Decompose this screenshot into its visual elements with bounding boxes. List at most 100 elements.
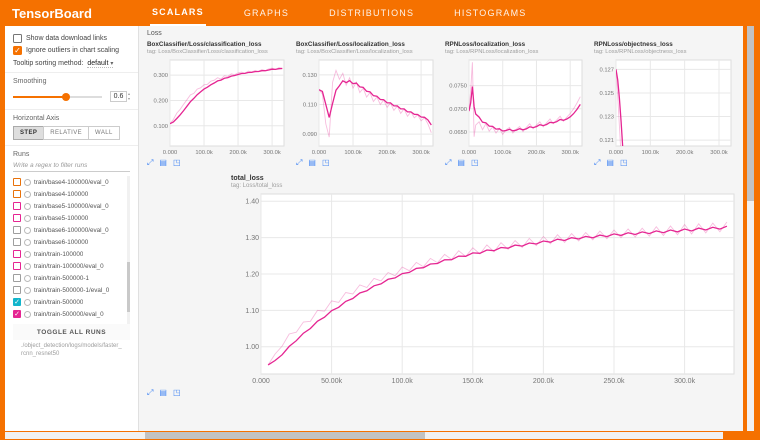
- chart-plot[interactable]: 0.06500.07000.07500.000100.0k200.0k300.0…: [445, 57, 587, 157]
- run-row[interactable]: train/base4-100000/eval_0: [13, 176, 130, 188]
- run-isolator-icon[interactable]: [24, 311, 31, 318]
- expand-chart-icon[interactable]: ⤢: [147, 159, 153, 167]
- chart-plot[interactable]: 0.1000.2000.3000.000100.0k200.0k300.0k: [147, 57, 289, 157]
- fit-domain-icon[interactable]: ▤: [159, 389, 167, 397]
- tab-scalars[interactable]: SCALARS: [150, 0, 206, 26]
- logdir-path: ./object_detection/logs/models/faster_rc…: [13, 340, 130, 359]
- slider-knob[interactable]: [62, 93, 70, 101]
- run-checkbox[interactable]: [13, 286, 21, 294]
- fit-domain-icon[interactable]: ▤: [457, 159, 465, 167]
- run-isolator-icon[interactable]: [24, 215, 31, 222]
- tab-distributions[interactable]: DISTRIBUTIONS: [327, 0, 416, 26]
- run-checkbox[interactable]: ✓: [13, 310, 21, 318]
- pin-card-icon[interactable]: ◳: [471, 159, 479, 167]
- fit-domain-icon[interactable]: ▤: [308, 159, 316, 167]
- smoothing-spinner[interactable]: ▴ ▾: [128, 92, 130, 101]
- ignore-outliers-checkbox[interactable]: ✓: [13, 46, 22, 55]
- run-isolator-icon[interactable]: [24, 275, 31, 282]
- svg-text:0.000: 0.000: [252, 378, 270, 385]
- svg-text:300.0k: 300.0k: [674, 378, 696, 385]
- run-checkbox[interactable]: [13, 250, 21, 258]
- total-loss-plot[interactable]: 1.001.101.201.301.400.00050.00k100.0k150…: [231, 191, 739, 387]
- svg-text:200.0k: 200.0k: [378, 150, 396, 156]
- tag-group-label[interactable]: Loss: [147, 30, 735, 37]
- run-isolator-icon[interactable]: [24, 251, 31, 258]
- pin-card-icon[interactable]: ◳: [173, 159, 181, 167]
- axis-wall-button[interactable]: WALL: [88, 126, 120, 140]
- run-row[interactable]: ✓train/train-500000: [13, 296, 130, 308]
- run-row[interactable]: ✓train/train-500000/eval_0: [13, 308, 130, 320]
- horizontal-scrollbar[interactable]: [5, 432, 723, 439]
- runs-list-scroll-thumb[interactable]: [127, 262, 130, 312]
- chart-title: RPNLoss/localization_loss: [445, 41, 587, 48]
- run-row[interactable]: train/train-100000: [13, 248, 130, 260]
- fit-domain-icon[interactable]: ▤: [159, 159, 167, 167]
- run-isolator-icon[interactable]: [24, 239, 31, 246]
- show-download-links-row[interactable]: Show data download links: [13, 34, 130, 43]
- show-download-links-checkbox[interactable]: [13, 34, 22, 43]
- runs-list-scrollbar[interactable]: [127, 176, 130, 324]
- vertical-scrollbar[interactable]: [747, 26, 754, 431]
- run-isolator-icon[interactable]: [24, 227, 31, 234]
- svg-text:100.0k: 100.0k: [494, 150, 512, 156]
- run-isolator-icon[interactable]: [24, 263, 31, 270]
- run-isolator-icon[interactable]: [24, 191, 31, 198]
- toggle-all-runs-button[interactable]: TOGGLE ALL RUNS: [13, 324, 130, 340]
- horizontal-axis-section: Horizontal Axis STEP RELATIVE WALL: [5, 110, 138, 146]
- smoothing-value[interactable]: 0.6: [110, 91, 127, 102]
- run-isolator-icon[interactable]: [24, 179, 31, 186]
- run-row[interactable]: train/train-500000-1: [13, 272, 130, 284]
- axis-relative-button[interactable]: RELATIVE: [43, 126, 89, 140]
- svg-text:200.0k: 200.0k: [533, 378, 555, 385]
- pin-card-icon[interactable]: ◳: [322, 159, 330, 167]
- chart-plot[interactable]: 0.0900.1100.1300.000100.0k200.0k300.0k: [296, 57, 438, 157]
- svg-text:50.00k: 50.00k: [321, 378, 343, 385]
- vertical-scroll-thumb[interactable]: [747, 26, 754, 201]
- run-isolator-icon[interactable]: [24, 203, 31, 210]
- expand-chart-icon[interactable]: ⤢: [594, 159, 600, 167]
- run-row[interactable]: train/train-500000-1/eval_0: [13, 284, 130, 296]
- run-checkbox[interactable]: [13, 274, 21, 282]
- tab-histograms[interactable]: HISTOGRAMS: [452, 0, 528, 26]
- run-checkbox[interactable]: [13, 190, 21, 198]
- run-row[interactable]: train/base6-100000/eval_0: [13, 224, 130, 236]
- run-checkbox[interactable]: [13, 262, 21, 270]
- chart-toolbar: ⤢ ▤ ◳: [296, 159, 438, 167]
- run-checkbox[interactable]: [13, 238, 21, 246]
- tab-graphs[interactable]: GRAPHS: [242, 0, 291, 26]
- expand-chart-icon[interactable]: ⤢: [147, 389, 153, 397]
- expand-chart-icon[interactable]: ⤢: [445, 159, 451, 167]
- ignore-outliers-row[interactable]: ✓ Ignore outliers in chart scaling: [13, 46, 130, 55]
- chart-title: BoxClassifier/Loss/localization_loss: [296, 41, 438, 48]
- run-checkbox[interactable]: ✓: [13, 298, 21, 306]
- run-label: train/train-100000: [34, 251, 83, 258]
- run-row[interactable]: train/base5-100000/eval_0: [13, 200, 130, 212]
- run-isolator-icon[interactable]: [24, 299, 31, 306]
- run-isolator-icon[interactable]: [24, 287, 31, 294]
- run-checkbox[interactable]: [13, 202, 21, 210]
- run-row[interactable]: train/train-100000/eval_0: [13, 260, 130, 272]
- run-label: train/base6-100000/eval_0: [34, 227, 109, 234]
- fit-domain-icon[interactable]: ▤: [606, 159, 614, 167]
- smoothing-slider[interactable]: [13, 96, 102, 98]
- axis-step-button[interactable]: STEP: [13, 126, 44, 140]
- svg-text:1.00: 1.00: [245, 344, 259, 351]
- run-row[interactable]: train/base6-100000: [13, 236, 130, 248]
- chart-plot[interactable]: 0.1210.1230.1250.1270.000100.0k200.0k300…: [594, 57, 736, 157]
- pin-card-icon[interactable]: ◳: [620, 159, 628, 167]
- run-label: train/base4-100000: [34, 191, 88, 198]
- expand-chart-icon[interactable]: ⤢: [296, 159, 302, 167]
- pin-card-icon[interactable]: ◳: [173, 389, 181, 397]
- spinner-down-icon[interactable]: ▾: [128, 97, 130, 101]
- horizontal-scroll-thumb[interactable]: [145, 432, 425, 439]
- run-checkbox[interactable]: [13, 214, 21, 222]
- tooltip-sorting-select[interactable]: default ▾: [87, 60, 113, 68]
- runs-filter-input[interactable]: [13, 160, 130, 172]
- run-row[interactable]: train/base4-100000: [13, 188, 130, 200]
- run-checkbox[interactable]: [13, 226, 21, 234]
- svg-text:0.000: 0.000: [312, 150, 327, 156]
- svg-text:250.0k: 250.0k: [603, 378, 625, 385]
- chart-tag: tag: Loss/RPNLoss/localization_loss: [445, 49, 587, 55]
- run-row[interactable]: train/base5-100000: [13, 212, 130, 224]
- run-checkbox[interactable]: [13, 178, 21, 186]
